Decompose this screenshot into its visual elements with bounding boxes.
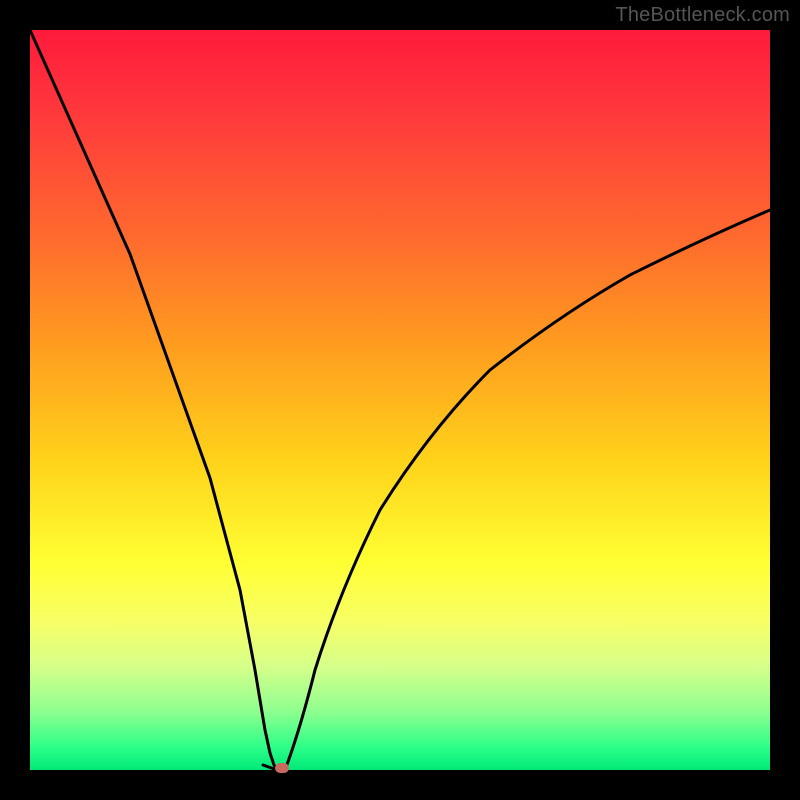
valley-marker [275,763,289,773]
curve-right [285,210,770,770]
chart-page: TheBottleneck.com [0,0,800,800]
curve-svg [30,30,770,770]
watermark-label: TheBottleneck.com [615,4,790,27]
plot-frame [30,30,770,770]
curve-left [30,30,277,770]
